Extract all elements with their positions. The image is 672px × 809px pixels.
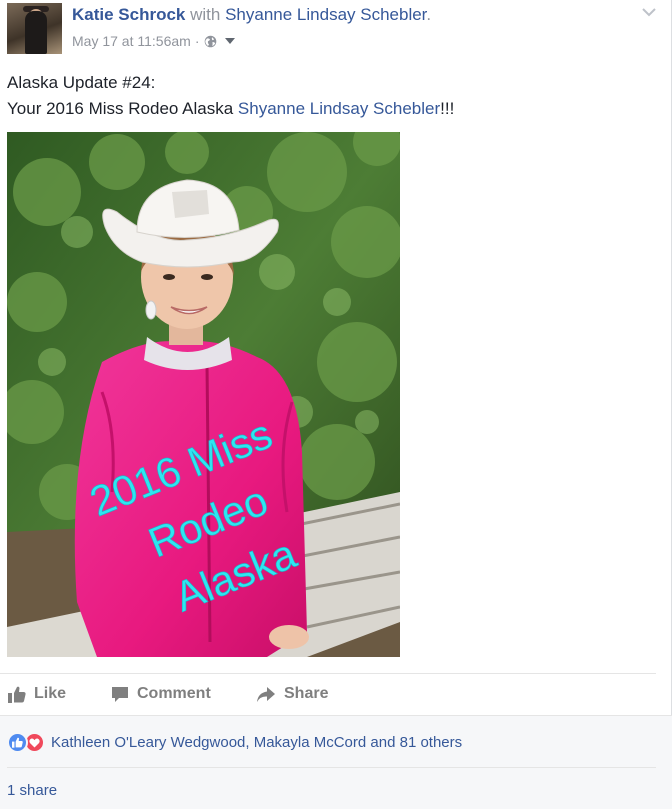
post-header-line: Katie Schrock with Shyanne Lindsay Scheb…	[72, 5, 431, 25]
audience-dropdown-caret-icon[interactable]	[225, 38, 236, 44]
post-message: Alaska Update #24: Your 2016 Miss Rodeo …	[7, 70, 454, 122]
like-reaction-icon	[7, 732, 28, 753]
like-button[interactable]: Like	[8, 685, 66, 703]
post-meta: May 17 at 11:56am ·	[72, 33, 236, 49]
comment-label: Comment	[137, 685, 211, 702]
author-name-link[interactable]: Katie Schrock	[72, 5, 185, 24]
like-label: Like	[34, 685, 67, 702]
reaction-summary[interactable]: Kathleen O'Leary Wedgwood, Makayla McCor…	[7, 732, 462, 753]
comment-button[interactable]: Comment	[111, 685, 211, 703]
post-message-suffix: !!!	[440, 99, 455, 118]
post-message-text: Your 2016 Miss Rodeo Alaska	[7, 99, 238, 118]
feedback-divider	[7, 767, 656, 768]
share-arrow-icon	[257, 686, 275, 702]
thumbs-up-icon	[8, 686, 26, 703]
feed-post: Katie Schrock with Shyanne Lindsay Scheb…	[0, 0, 672, 809]
share-label: Share	[284, 685, 329, 702]
comment-icon	[112, 686, 128, 702]
post-action-bar: Like Comment Share	[0, 673, 656, 715]
meta-separator: ·	[194, 33, 200, 49]
share-button[interactable]: Share	[256, 685, 328, 703]
author-avatar[interactable]	[7, 3, 62, 54]
reactors-link[interactable]: Kathleen O'Leary Wedgwood, Makayla McCor…	[51, 734, 462, 751]
post-message-line-2: Your 2016 Miss Rodeo Alaska Shyanne Lind…	[7, 96, 454, 122]
tagged-person-link[interactable]: Shyanne Lindsay Schebler	[225, 5, 426, 24]
shares-count-link[interactable]: 1 share	[7, 782, 57, 799]
tagged-suffix: .	[426, 5, 432, 24]
mention-link[interactable]: Shyanne Lindsay Schebler	[238, 99, 440, 118]
post-message-line-1: Alaska Update #24:	[7, 73, 156, 92]
chevron-down-icon[interactable]	[641, 6, 657, 18]
post-timestamp-link[interactable]: May 17 at 11:56am	[72, 33, 191, 49]
post-feedback-panel: Kathleen O'Leary Wedgwood, Makayla McCor…	[0, 715, 672, 809]
with-text: with	[190, 5, 221, 24]
post-photo[interactable]: 2016 Miss Rodeo Alaska	[7, 132, 400, 657]
post-photo-image: 2016 Miss Rodeo Alaska	[7, 132, 400, 657]
globe-icon[interactable]	[204, 35, 217, 48]
